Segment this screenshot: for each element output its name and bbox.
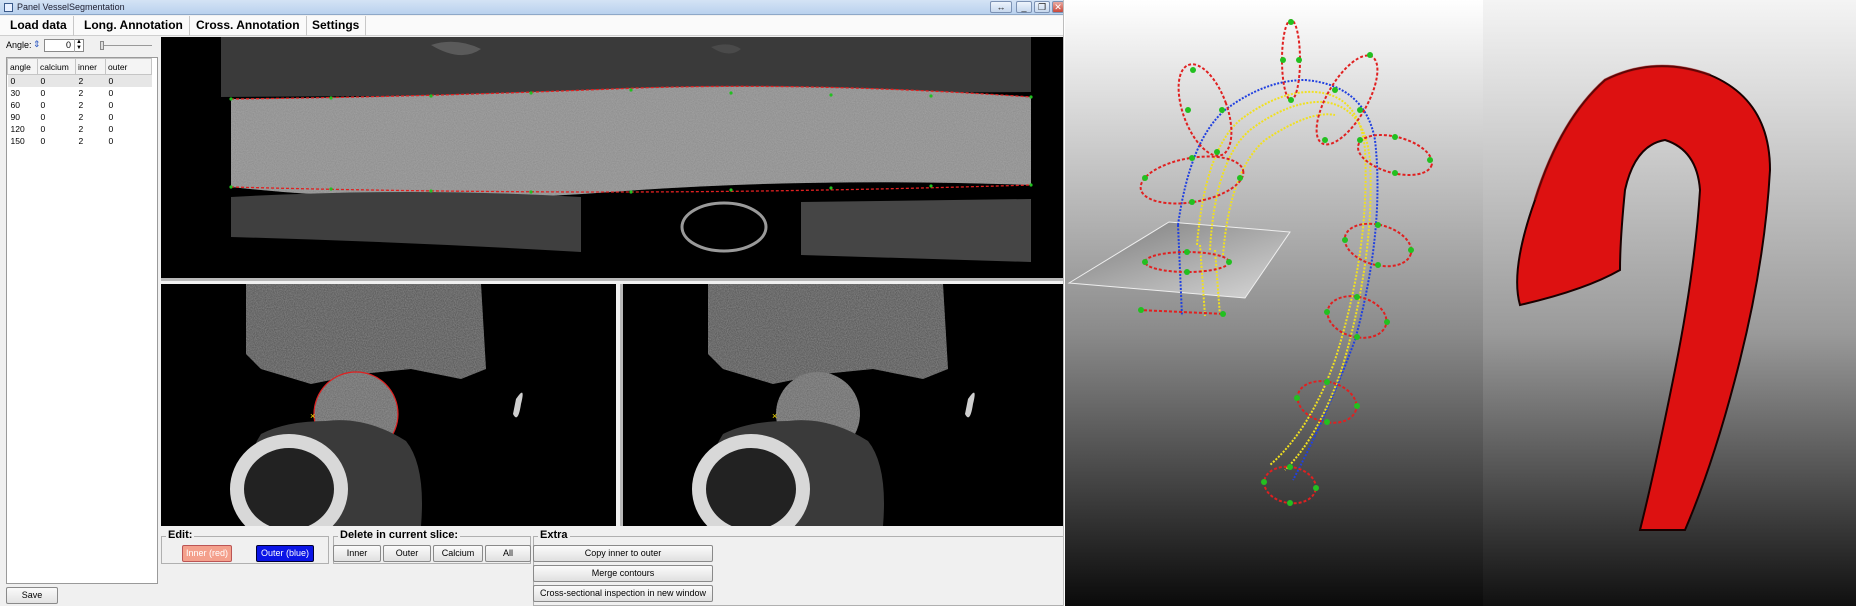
window-title: Panel VesselSegmentation <box>17 2 125 12</box>
cell-outer: 0 <box>108 135 114 146</box>
cell-inner: 2 <box>75 74 106 87</box>
cell-calcium: 0 <box>40 123 46 134</box>
angle-label: Angle: <box>6 40 32 50</box>
cell-angle: 120 <box>10 123 25 134</box>
cell-inner: 2 <box>78 123 84 134</box>
menu-long-annotation[interactable]: Long. Annotation <box>78 16 190 36</box>
cell-outer: 0 <box>108 111 114 122</box>
cell-angle: 90 <box>10 111 20 122</box>
edit-title: Edit: <box>166 529 195 541</box>
menu-bar: Load data Long. Annotation Cross. Annota… <box>0 16 1063 36</box>
angle-table: angle calcium inner outer 0 0 2 0 30 0 2 <box>6 57 158 584</box>
app-icon <box>4 3 13 12</box>
cell-outer: 0 <box>105 74 152 87</box>
save-button[interactable]: Save <box>6 587 58 604</box>
angle-slider-track[interactable] <box>102 45 152 46</box>
cell-calcium: 0 <box>40 87 46 98</box>
cell-angle: 0 <box>7 74 38 87</box>
cell-inner: 2 <box>78 87 84 98</box>
cell-outer: 0 <box>108 99 114 110</box>
menu-settings[interactable]: Settings <box>306 16 367 36</box>
column-header-outer[interactable]: outer <box>105 58 152 75</box>
delete-calcium-button[interactable]: Calcium <box>433 545 483 562</box>
extra-group: Extra Copy inner to outer Merge contours… <box>533 529 1063 606</box>
minimize-button[interactable]: _ <box>1016 1 1032 13</box>
cell-calcium: 0 <box>40 99 46 110</box>
3d-scene <box>1065 0 1856 606</box>
cell-angle: 60 <box>10 99 20 110</box>
menu-load-data[interactable]: Load data <box>4 16 74 36</box>
angle-arrows-icon[interactable]: ⇕ <box>33 39 41 50</box>
table-row[interactable]: 0 0 2 0 <box>7 74 152 87</box>
edit-group: Edit: Inner (red) Outer (blue) <box>161 529 329 564</box>
longitudinal-ct-image <box>161 37 1063 278</box>
extra-title: Extra <box>538 529 570 541</box>
cell-outer: 0 <box>108 123 114 134</box>
cell-inner: 2 <box>78 99 84 110</box>
cell-angle: 150 <box>10 135 25 146</box>
table-row[interactable]: 150 0 2 0 <box>8 135 152 147</box>
cross-section-view-left[interactable]: × <box>161 284 616 526</box>
cross-section-view-right[interactable]: × <box>620 284 1063 526</box>
delete-group: Delete in current slice: Inner Outer Cal… <box>333 529 531 564</box>
longitudinal-view[interactable] <box>161 37 1063 281</box>
3d-visualization-panel[interactable] <box>1065 0 1856 606</box>
resize-icon[interactable]: ↔ <box>990 1 1012 13</box>
table-row[interactable]: 90 0 2 0 <box>8 111 152 123</box>
table-row[interactable]: 30 0 2 0 <box>8 87 152 99</box>
angle-slider-handle[interactable] <box>100 41 104 50</box>
spin-arrows-icon[interactable]: ▲ ▼ <box>74 39 83 52</box>
maximize-button[interactable]: ❐ <box>1034 1 1050 13</box>
cross-section-ct-image-left: × <box>161 284 616 526</box>
delete-all-button[interactable]: All <box>485 545 531 562</box>
inner-red-button[interactable]: Inner (red) <box>182 545 232 562</box>
column-header-inner[interactable]: inner <box>75 58 106 75</box>
svg-text:×: × <box>310 411 315 421</box>
segmentation-app-window: Panel VesselSegmentation ↔ _ ❐ ✕ Load da… <box>0 0 1064 606</box>
delete-outer-button[interactable]: Outer <box>383 545 431 562</box>
cell-inner: 2 <box>78 135 84 146</box>
cell-calcium: 0 <box>40 111 46 122</box>
close-button[interactable]: ✕ <box>1052 1 1063 13</box>
cross-sectional-inspection-button[interactable]: Cross-sectional inspection in new window <box>533 585 713 602</box>
table-row[interactable]: 60 0 2 0 <box>8 99 152 111</box>
cell-angle: 30 <box>10 87 20 98</box>
cell-inner: 2 <box>78 111 84 122</box>
copy-inner-to-outer-button[interactable]: Copy inner to outer <box>533 545 713 562</box>
column-header-angle[interactable]: angle <box>7 58 38 75</box>
title-bar: Panel VesselSegmentation ↔ _ ❐ ✕ <box>0 0 1063 15</box>
column-header-calcium[interactable]: calcium <box>37 58 76 75</box>
menu-cross-annotation[interactable]: Cross. Annotation <box>190 16 307 36</box>
merge-contours-button[interactable]: Merge contours <box>533 565 713 582</box>
delete-inner-button[interactable]: Inner <box>333 545 381 562</box>
cell-outer: 0 <box>108 87 114 98</box>
table-row[interactable]: 120 0 2 0 <box>8 123 152 135</box>
cell-calcium: 0 <box>40 135 46 146</box>
outer-blue-button[interactable]: Outer (blue) <box>256 545 314 562</box>
svg-text:×: × <box>772 411 777 421</box>
cross-section-ct-image-right: × <box>623 284 1063 526</box>
cell-calcium: 0 <box>37 74 76 87</box>
delete-title: Delete in current slice: <box>338 529 460 541</box>
